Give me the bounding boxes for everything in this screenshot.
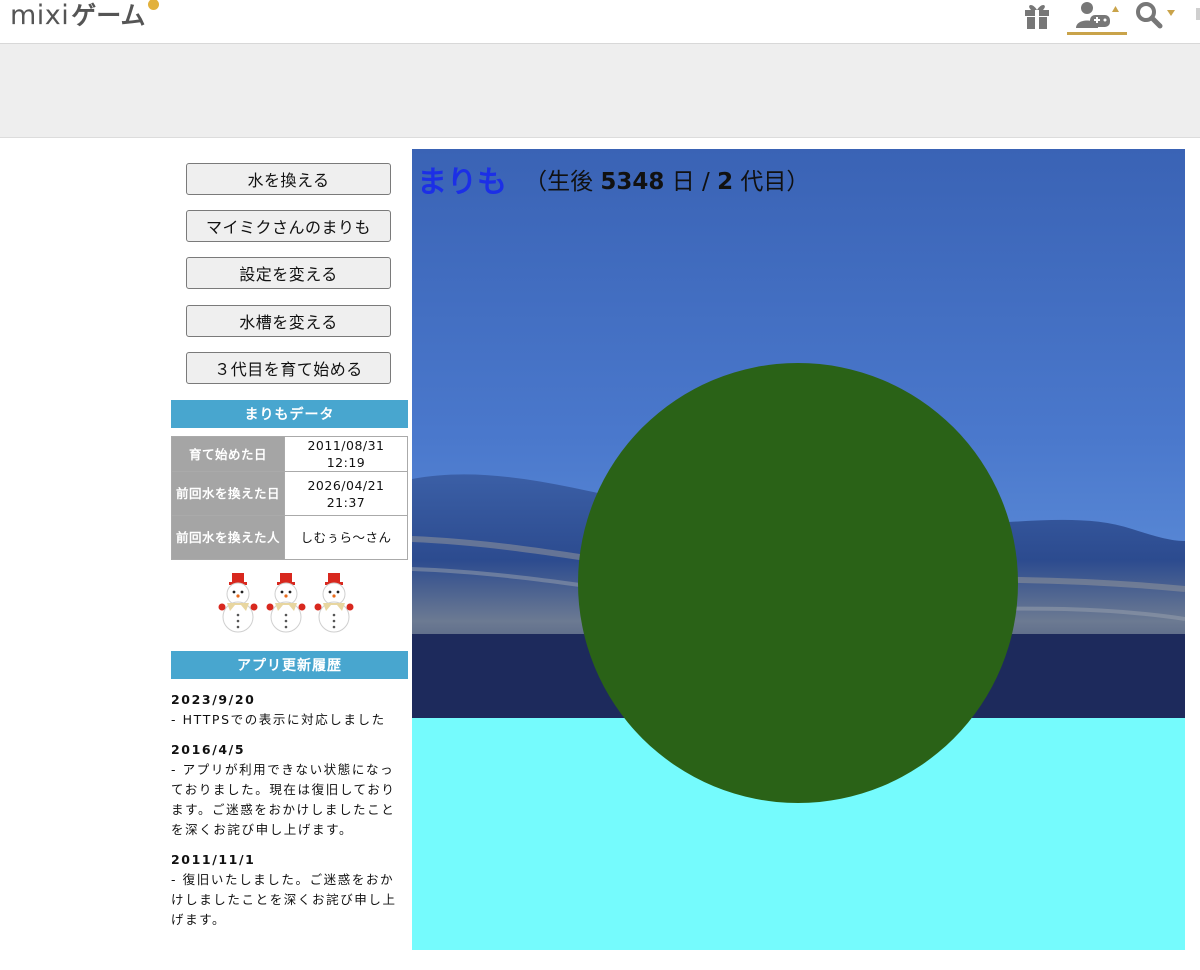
- change-tank-button[interactable]: 水槽を変える: [186, 305, 391, 337]
- update-history-list: 2023/9/20 - HTTPSでの表示に対応しました 2016/4/5 - …: [171, 690, 403, 940]
- table-label: 育て始めた日: [171, 436, 285, 472]
- age-prefix: （生後: [524, 169, 601, 195]
- logo-game-text: ゲーム: [71, 1, 146, 30]
- age-mid: 日 /: [664, 169, 718, 195]
- friends-marimo-button[interactable]: マイミクさんのまりも: [186, 210, 391, 242]
- age-days: 5348: [600, 169, 665, 195]
- generation-number: 2: [717, 169, 734, 195]
- marimo-data-table: 育て始めた日 2011/08/31 12:19 前回水を換えた日 2026/04…: [171, 436, 408, 560]
- history-date: 2016/4/5: [171, 742, 246, 757]
- list-item: 2016/4/5 - アプリが利用できない状態になっておりました。現在は復旧して…: [171, 740, 403, 840]
- history-date: 2023/9/20: [171, 692, 256, 707]
- history-date: 2011/11/1: [171, 852, 256, 867]
- table-row: 前回水を換えた日 2026/04/21 21:37: [171, 471, 408, 516]
- change-water-button[interactable]: 水を換える: [186, 163, 391, 195]
- snowman-icon: [314, 573, 354, 633]
- top-header: mixi ゲーム: [0, 0, 1200, 44]
- marimo-name: まりも: [417, 165, 507, 200]
- history-text: - 復旧いたしました。ご迷惑をおかけしましたことを深くお詫び申し上げます。: [171, 872, 397, 927]
- marimo-data-header: まりもデータ: [171, 400, 408, 428]
- table-value: しむぅら〜さん: [284, 515, 408, 560]
- snowmen-decoration: [217, 571, 355, 635]
- mixi-game-logo[interactable]: mixi ゲーム: [10, 0, 159, 31]
- table-value: 2011/08/31 12:19: [284, 436, 408, 472]
- scroll-edge-mark: [1196, 8, 1200, 20]
- snowman-icon: [218, 573, 258, 633]
- start-next-generation-button[interactable]: ３代目を育て始める: [186, 352, 391, 384]
- table-label: 前回水を換えた人: [171, 515, 285, 560]
- snowman-icon: [266, 573, 306, 633]
- game-user-icon[interactable]: [1070, 0, 1124, 30]
- marimo-ball[interactable]: [578, 363, 1018, 803]
- ad-banner-area: [0, 44, 1200, 138]
- table-row: 育て始めた日 2011/08/31 12:19: [171, 436, 408, 472]
- table-label: 前回水を換えた日: [171, 471, 285, 516]
- table-row: 前回水を換えた人 しむぅら〜さん: [171, 515, 408, 560]
- gift-icon[interactable]: [1020, 0, 1054, 30]
- list-item: 2011/11/1 - 復旧いたしました。ご迷惑をおかけしましたことを深くお詫び…: [171, 850, 403, 930]
- update-history-header: アプリ更新履歴: [171, 651, 408, 679]
- generation-suffix: 代目）: [733, 169, 810, 195]
- logo-mixi-text: mixi: [10, 0, 70, 31]
- marimo-title-row: まりも （生後 5348 日 / 2 代目）: [417, 157, 809, 201]
- history-text: - アプリが利用できない状態になっておりました。現在は復旧しております。ご迷惑を…: [171, 762, 396, 837]
- table-value: 2026/04/21 21:37: [284, 471, 408, 516]
- history-text: - HTTPSでの表示に対応しました: [171, 712, 386, 727]
- marimo-age-info: （生後 5348 日 / 2 代目）: [524, 169, 809, 195]
- active-tab-indicator: [1067, 32, 1127, 35]
- change-settings-button[interactable]: 設定を変える: [186, 257, 391, 289]
- marimo-tank-scene[interactable]: まりも （生後 5348 日 / 2 代目）: [412, 149, 1185, 950]
- list-item: 2023/9/20 - HTTPSでの表示に対応しました: [171, 690, 403, 730]
- search-icon[interactable]: [1132, 0, 1180, 30]
- logo-badge-icon: [147, 0, 159, 10]
